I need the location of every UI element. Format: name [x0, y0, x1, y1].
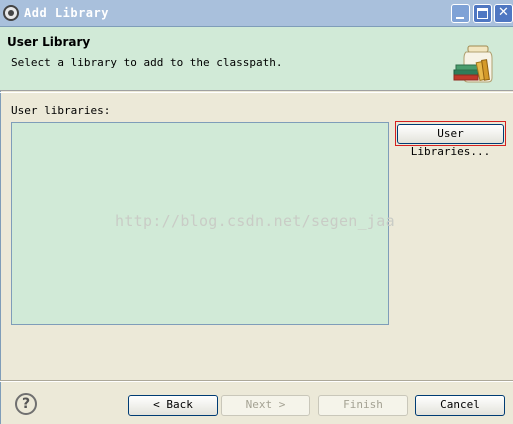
maximize-button[interactable] [473, 4, 492, 23]
user-libraries-label: User libraries: [11, 104, 111, 117]
page-title: User Library [7, 35, 91, 49]
close-icon: ✕ [498, 5, 509, 20]
next-button[interactable]: Next > [221, 395, 310, 416]
library-jar-icon [453, 45, 493, 83]
close-button[interactable]: ✕ [494, 4, 513, 23]
title-bar[interactable]: Add Library ✕ [0, 0, 513, 27]
back-button[interactable]: < Back [128, 395, 218, 416]
watermark-text: http://blog.csdn.net/segen_jaa [115, 212, 395, 230]
header-divider [0, 92, 513, 93]
page-description: Select a library to add to the classpath… [11, 56, 283, 69]
footer-divider-highlight [0, 381, 513, 382]
finish-button[interactable]: Finish [318, 395, 408, 416]
maximize-icon [477, 8, 488, 19]
help-button[interactable]: ? [15, 393, 37, 415]
minimize-button[interactable] [451, 4, 470, 23]
cancel-button[interactable]: Cancel [415, 395, 505, 416]
user-libraries-button[interactable]: User Libraries... [397, 124, 504, 158]
wizard-header: User Library Select a library to add to … [0, 27, 513, 91]
minimize-icon [456, 17, 464, 19]
eclipse-icon [3, 5, 19, 21]
window-title: Add Library [24, 6, 109, 20]
